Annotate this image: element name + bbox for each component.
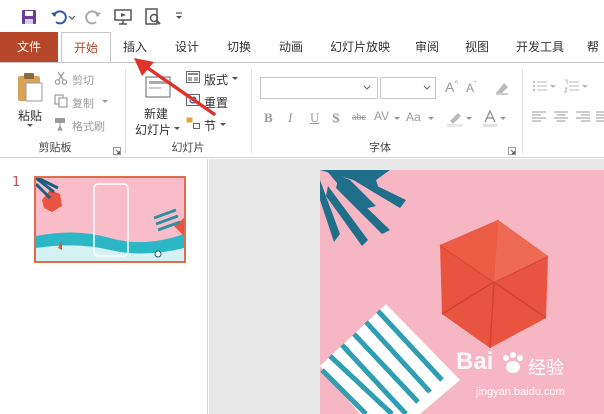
numbering-dropdown-icon[interactable] bbox=[582, 85, 588, 89]
copy-icon[interactable] bbox=[54, 94, 68, 108]
justify-icon[interactable] bbox=[596, 111, 604, 123]
clipboard-group-label: 剪贴板 bbox=[38, 141, 72, 154]
group-separator bbox=[251, 69, 252, 153]
undo-icon[interactable] bbox=[50, 8, 68, 26]
grow-font-icon[interactable]: A^ bbox=[445, 79, 458, 95]
ribbon-tabs: 文件 开始 插入 设计 切换 动画 幻灯片放映 审阅 视图 开发工具 帮 bbox=[0, 32, 604, 63]
tab-view[interactable]: 视图 bbox=[456, 32, 498, 62]
group-separator bbox=[125, 69, 126, 153]
tab-review[interactable]: 审阅 bbox=[406, 32, 448, 62]
font-name-dropdown-icon[interactable] bbox=[363, 85, 371, 91]
print-preview-icon[interactable] bbox=[144, 8, 162, 26]
ribbon: 粘贴 剪切 复制 格式刷 剪贴板 新建 幻灯片 版式 重置 节 幻灯片 A^ A… bbox=[0, 62, 604, 158]
numbering-icon[interactable] bbox=[564, 79, 580, 93]
group-separator bbox=[522, 69, 523, 153]
highlight-icon[interactable] bbox=[446, 109, 464, 127]
paste-dropdown-icon[interactable] bbox=[26, 123, 34, 129]
tab-home[interactable]: 开始 bbox=[61, 32, 111, 63]
tab-help[interactable]: 帮 bbox=[582, 32, 604, 62]
cut-icon[interactable] bbox=[54, 71, 68, 85]
character-spacing-dropdown-icon[interactable] bbox=[394, 117, 400, 121]
copy-label[interactable]: 复制 bbox=[72, 95, 94, 111]
slide-canvas[interactable]: Bai 经验 jingyan.baidu.com bbox=[320, 170, 604, 414]
slide-thumbnail[interactable] bbox=[34, 176, 186, 263]
tab-animations[interactable]: 动画 bbox=[270, 32, 312, 62]
font-color-icon[interactable] bbox=[482, 109, 498, 127]
tab-slideshow[interactable]: 幻灯片放映 bbox=[322, 32, 398, 62]
layout-dropdown-icon[interactable] bbox=[232, 77, 238, 81]
present-icon[interactable] bbox=[114, 8, 132, 26]
cut-label[interactable]: 剪切 bbox=[72, 72, 94, 88]
watermark-brand: Bai bbox=[456, 348, 494, 375]
paste-icon[interactable] bbox=[14, 71, 46, 103]
new-slide-label-2[interactable]: 幻灯片 bbox=[135, 121, 171, 138]
tab-transitions[interactable]: 切换 bbox=[218, 32, 260, 62]
align-center-icon[interactable] bbox=[554, 111, 568, 123]
copy-dropdown-icon[interactable] bbox=[102, 100, 108, 104]
bullets-icon[interactable] bbox=[532, 79, 548, 93]
bold-button[interactable]: B bbox=[264, 110, 273, 126]
underline-button[interactable]: U bbox=[310, 110, 319, 126]
save-icon[interactable] bbox=[20, 8, 38, 26]
highlight-dropdown-icon[interactable] bbox=[466, 117, 472, 121]
undo-dropdown-icon[interactable] bbox=[68, 8, 76, 26]
watermark-url: jingyan.baidu.com bbox=[476, 386, 565, 398]
watermark-brand-suffix: 经验 bbox=[528, 358, 564, 379]
paw-icon bbox=[503, 352, 523, 373]
section-dropdown-icon[interactable] bbox=[220, 123, 226, 127]
slide-number: 1 bbox=[12, 175, 21, 190]
format-painter-label[interactable]: 格式刷 bbox=[72, 118, 105, 134]
shrink-font-icon[interactable]: Aˇ bbox=[466, 80, 477, 95]
paste-label[interactable]: 粘贴 bbox=[18, 107, 42, 124]
font-group-label: 字体 bbox=[369, 141, 391, 154]
tab-developer[interactable]: 开发工具 bbox=[508, 32, 572, 62]
tab-file[interactable]: 文件 bbox=[0, 32, 58, 62]
align-right-icon[interactable] bbox=[576, 111, 590, 123]
font-launcher-icon[interactable] bbox=[508, 147, 516, 155]
customize-qat-icon[interactable] bbox=[174, 8, 184, 26]
bullets-dropdown-icon[interactable] bbox=[550, 85, 556, 89]
italic-button[interactable]: I bbox=[288, 110, 292, 126]
redo-icon[interactable] bbox=[84, 8, 102, 26]
strikethrough-button[interactable]: abc bbox=[352, 112, 366, 123]
change-case-dropdown-icon[interactable] bbox=[428, 117, 434, 121]
slides-group-label: 幻灯片 bbox=[171, 141, 205, 154]
slide-thumbnail-image bbox=[36, 178, 184, 261]
annotation-arrow bbox=[134, 58, 216, 116]
character-spacing-button[interactable]: AV bbox=[374, 109, 389, 123]
format-painter-icon[interactable] bbox=[54, 117, 68, 131]
clipboard-launcher-icon[interactable] bbox=[113, 147, 121, 155]
new-slide-dropdown-icon[interactable] bbox=[174, 127, 180, 131]
quick-access-toolbar bbox=[0, 0, 604, 32]
clear-formatting-icon[interactable] bbox=[494, 81, 510, 95]
font-size-dropdown-icon[interactable] bbox=[423, 85, 431, 91]
change-case-button[interactable]: Aa bbox=[406, 110, 421, 124]
font-color-dropdown-icon[interactable] bbox=[500, 117, 506, 121]
text-shadow-button[interactable]: S bbox=[332, 110, 339, 126]
align-left-icon[interactable] bbox=[532, 111, 546, 123]
font-name-combo[interactable] bbox=[260, 77, 378, 99]
